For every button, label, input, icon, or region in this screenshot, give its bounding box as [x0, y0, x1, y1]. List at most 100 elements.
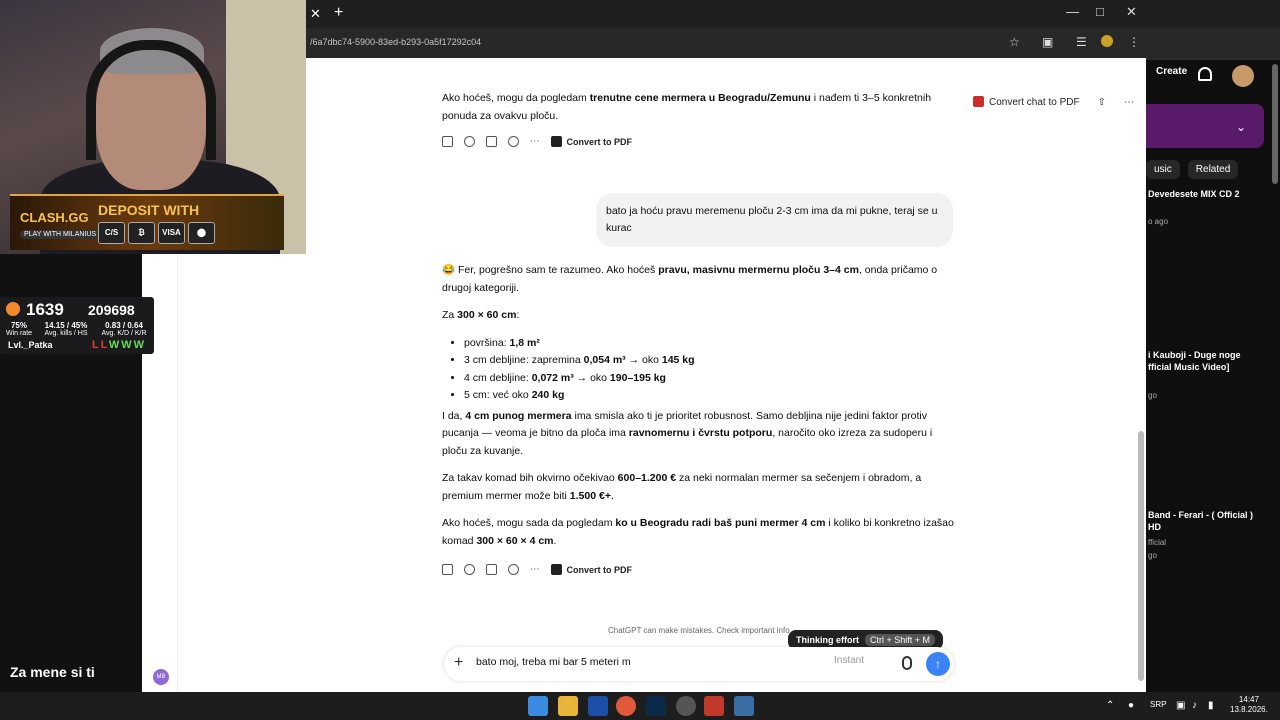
background-browser-window: Create ⌄ usic Related Devedesete MIX CD …: [1146, 0, 1280, 692]
stat-value: 0.83 / 0.64: [105, 321, 143, 330]
payment-chip: VISA: [158, 222, 185, 244]
text: .: [610, 489, 614, 502]
regenerate-icon[interactable]: [508, 136, 519, 147]
copy-icon[interactable]: [442, 564, 453, 575]
video-meta: fficial: [1148, 538, 1167, 547]
add-attachment-icon[interactable]: +: [454, 654, 463, 672]
obs-icon[interactable]: [676, 696, 696, 716]
menu-icon[interactable]: ⋮: [1128, 35, 1140, 49]
sponsor-subtitle: PLAY WITH MILANIUS: [20, 230, 101, 239]
share-icon[interactable]: ⇧: [1098, 97, 1106, 108]
media-icon[interactable]: ☰: [1076, 35, 1087, 49]
chevron-down-icon[interactable]: ⌄: [1236, 120, 1246, 134]
more-icon[interactable]: ⋯: [530, 136, 540, 147]
text: 4 cm debljine:: [464, 371, 532, 384]
send-button[interactable]: ↑: [926, 652, 950, 676]
tooltip-shortcut: Ctrl + Shift + M: [865, 634, 936, 646]
sponsor-brand: CLASH.GG: [20, 210, 89, 225]
convert-chat-label: Convert chat to PDF: [989, 97, 1080, 108]
shield-icon[interactable]: [704, 696, 724, 716]
paragraph: 😂 Fer, pogrešno sam te razumeo. Ako hoće…: [442, 262, 958, 297]
text-bold: 190–195 kg: [609, 371, 666, 384]
calculator-icon[interactable]: [734, 696, 754, 716]
paragraph: Za takav komad bih okvirno očekivao 600–…: [442, 470, 958, 505]
convert-to-pdf-button[interactable]: Convert to PDF: [550, 564, 632, 575]
playlist-panel[interactable]: [1146, 104, 1264, 148]
stat-cell: 75% Win rate: [4, 321, 34, 337]
result-win: W: [121, 339, 134, 351]
text: Ako hoćeš, mogu da pogledam: [442, 92, 590, 104]
feedback-icon[interactable]: [464, 564, 475, 575]
message-input[interactable]: [476, 656, 776, 668]
create-button[interactable]: Create: [1156, 66, 1187, 77]
thinking-effort-selector[interactable]: Instant: [834, 655, 864, 666]
convert-chat-button[interactable]: Convert chat to PDF: [973, 96, 1080, 108]
list-item: površina: 1,8 m²: [464, 335, 958, 353]
recent-results: LLWWW: [92, 339, 146, 351]
stat-label: Win rate: [5, 330, 33, 337]
regenerate-icon[interactable]: [508, 564, 519, 575]
pill-music[interactable]: usic: [1146, 160, 1180, 179]
video-title[interactable]: Band - Ferari - ( Official ) HD: [1148, 509, 1258, 533]
more-icon[interactable]: ⋯: [530, 564, 540, 575]
language-indicator[interactable]: SRP: [1150, 700, 1166, 709]
assistant-message-previous: Ako hoćeš, mogu da pogledam trenutne cen…: [442, 90, 958, 125]
start-icon[interactable]: [528, 696, 548, 716]
scrollbar[interactable]: [1272, 64, 1278, 184]
maximize-icon[interactable]: □: [1096, 4, 1104, 19]
more-icon[interactable]: ⋯: [1124, 97, 1134, 108]
result-loss: L: [100, 339, 109, 351]
address-bar-row: /6a7dbc74-5900-83ed-b293-0a5f17292c04 ☆ …: [306, 28, 1280, 58]
microphone-icon[interactable]: [902, 656, 912, 670]
text: 3 cm debljine: zapremina: [464, 354, 584, 366]
chevron-up-icon[interactable]: ⌃: [1106, 700, 1114, 711]
vs-icon[interactable]: [588, 696, 608, 716]
close-icon[interactable]: ✕: [1126, 4, 1137, 20]
scrollbar[interactable]: [1138, 431, 1144, 681]
user-message: bato ja hoću pravu meremenu ploču 2-3 cm…: [596, 193, 953, 247]
feedback-icon[interactable]: [464, 136, 475, 147]
payment-chip: C/S: [98, 222, 125, 244]
bookmark-star-icon[interactable]: ☆: [1009, 35, 1020, 49]
chat-area: Convert chat to PDF ⇧ ⋯ Ako hoćeš, mogu …: [178, 86, 1146, 692]
chrome-icon[interactable]: [616, 696, 636, 716]
points-value: 209698: [88, 302, 135, 318]
stream-caption: Za mene si ti: [10, 664, 95, 680]
text: I da,: [442, 409, 466, 422]
text-bold: 1,8 m²: [509, 336, 540, 349]
extensions-icon[interactable]: ▣: [1042, 35, 1053, 49]
account-avatar[interactable]: [1232, 65, 1254, 87]
video-title[interactable]: Devedesete MIX CD 2: [1148, 188, 1258, 200]
user-avatar[interactable]: MB: [153, 669, 169, 685]
tab-close-icon[interactable]: ✕: [310, 6, 321, 22]
pdf-icon: [550, 564, 562, 575]
weight-list: površina: 1,8 m² 3 cm debljine: zapremin…: [442, 335, 958, 405]
time: 14:47: [1238, 695, 1259, 704]
network-icon[interactable]: ▣: [1176, 700, 1185, 711]
address-bar[interactable]: /6a7dbc74-5900-83ed-b293-0a5f17292c04: [310, 37, 481, 47]
notifications-bell-icon[interactable]: [1198, 67, 1212, 81]
new-tab-icon[interactable]: +: [334, 4, 343, 22]
convert-label: Convert to PDF: [566, 137, 633, 147]
list-item: 5 cm: već oko 240 kg: [464, 387, 958, 405]
sponsor-deposit: DEPOSIT WITH: [98, 202, 200, 218]
result-win: W: [108, 339, 122, 351]
message-actions: ⋯ Convert to PDF: [442, 136, 632, 147]
profile-avatar[interactable]: [1101, 35, 1113, 47]
video-title[interactable]: i Kauboji - Duge noge fficial Music Vide…: [1148, 349, 1258, 373]
minimize-icon[interactable]: —: [1066, 4, 1079, 19]
photoshop-icon[interactable]: [646, 696, 666, 716]
file-explorer-icon[interactable]: [558, 696, 578, 716]
clock[interactable]: 14:47 13.8.2026.: [1230, 695, 1268, 715]
battery-icon[interactable]: ▮: [1208, 700, 1214, 711]
share-icon[interactable]: [486, 564, 497, 575]
microphone-icon[interactable]: ●: [1128, 700, 1134, 711]
volume-icon[interactable]: ♪: [1192, 700, 1197, 711]
convert-to-pdf-button[interactable]: Convert to PDF: [550, 136, 633, 147]
copy-icon[interactable]: [442, 136, 453, 147]
pdf-icon: [973, 96, 985, 107]
share-icon[interactable]: [486, 136, 497, 147]
text: Za takav komad bih okvirno očekivao: [442, 472, 618, 484]
stat-value: 14.15 / 45%: [44, 321, 88, 330]
pill-related[interactable]: Related: [1187, 160, 1239, 179]
